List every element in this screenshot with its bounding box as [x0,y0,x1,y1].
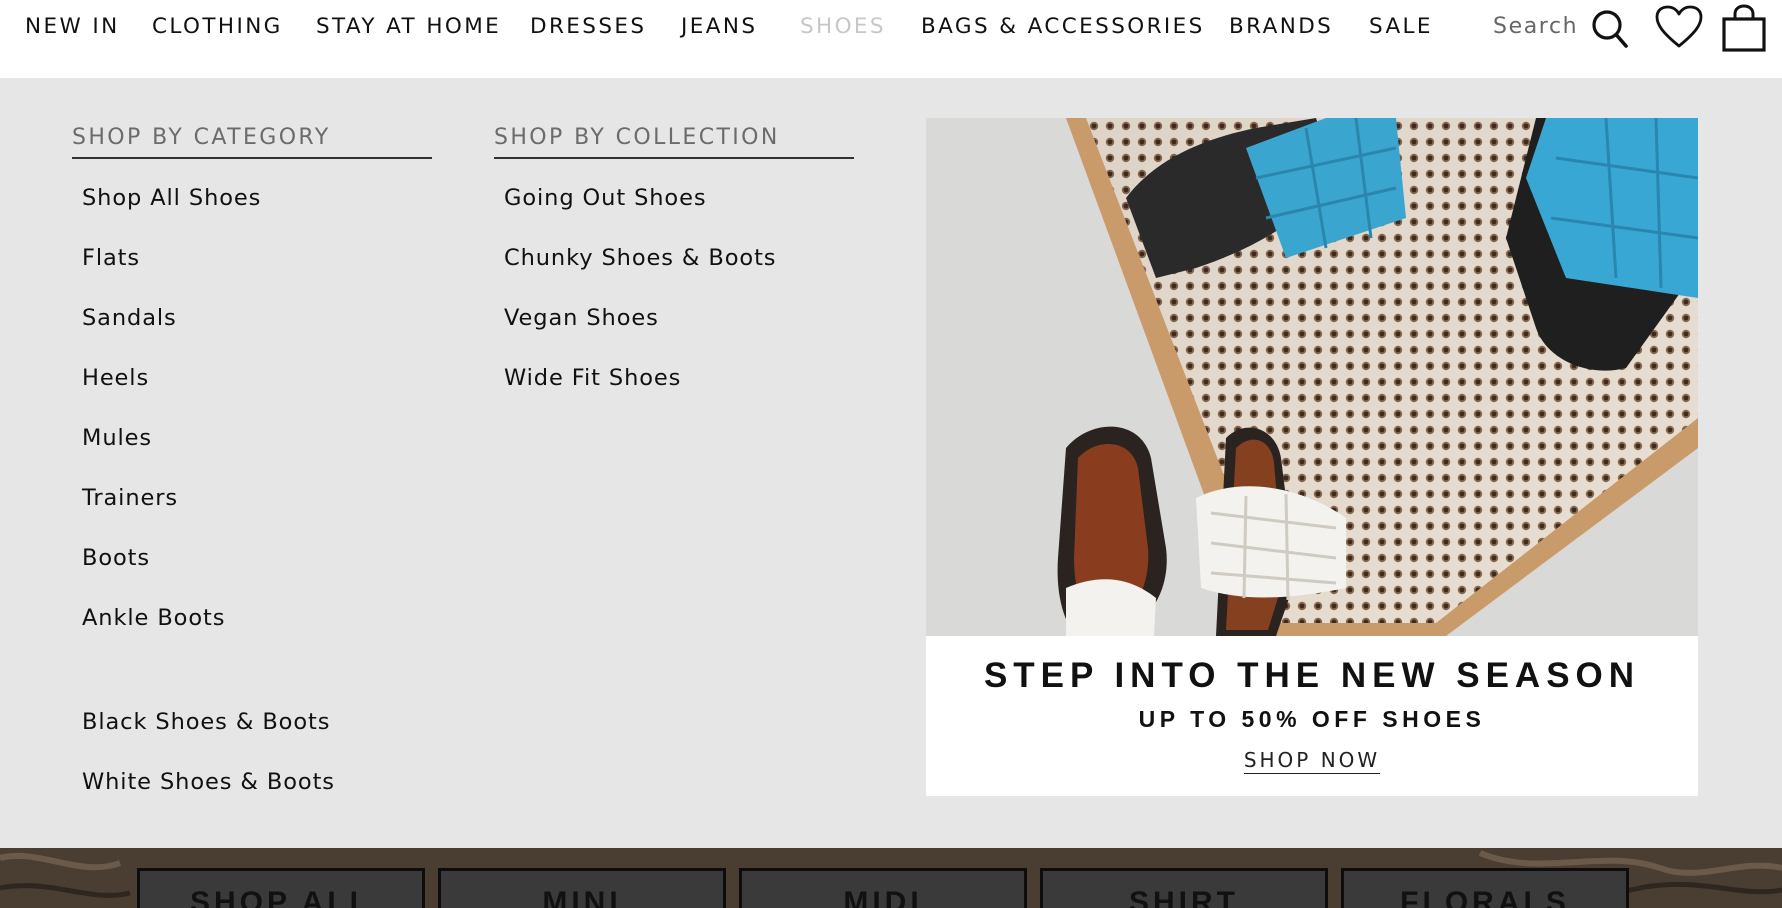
category-button-shirt[interactable]: SHIRT [1040,868,1328,908]
nav-item-sale[interactable]: SALE [1369,14,1433,39]
nav-item-jeans[interactable]: JEANS [681,14,757,39]
shop-now-label: SHOP NOW [1243,748,1381,774]
nav-item-bags-accessories[interactable]: BAGS & ACCESSORIES [921,14,1205,39]
menu-link-shop-all-shoes[interactable]: Shop All Shoes [82,185,261,211]
nav-item-dresses[interactable]: DRESSES [530,14,646,39]
menu-link-ankle-boots[interactable]: Ankle Boots [82,605,225,631]
top-navigation: NEW IN CLOTHING STAY AT HOME DRESSES JEA… [0,0,1782,78]
nav-item-brands[interactable]: BRANDS [1229,14,1333,39]
menu-link-heels[interactable]: Heels [82,365,149,391]
category-button-midi[interactable]: MIDI [739,868,1027,908]
search-icon[interactable] [1590,8,1630,54]
menu-link-vegan-shoes[interactable]: Vegan Shoes [504,305,659,331]
menu-link-sandals[interactable]: Sandals [82,305,177,331]
nav-item-shoes[interactable]: SHOES [800,14,886,39]
promo-subtitle: UP TO 50% OFF SHOES [1138,706,1486,732]
shop-by-collection-heading: SHOP BY COLLECTION [494,125,854,159]
shoes-mega-menu: SHOP BY CATEGORY Shop All Shoes Flats Sa… [0,78,1782,848]
shop-now-link[interactable]: SHOP NOW [926,748,1698,774]
category-button-shop-all[interactable]: SHOP ALL [137,868,425,908]
menu-link-wide-fit-shoes[interactable]: Wide Fit Shoes [504,365,681,391]
promo-title: STEP INTO THE NEW SEASON [983,656,1641,695]
menu-link-black-shoes-boots[interactable]: Black Shoes & Boots [82,709,330,735]
nav-item-new-in[interactable]: NEW IN [25,14,120,39]
bag-icon[interactable] [1721,4,1767,56]
heart-icon[interactable] [1655,5,1703,53]
promo-banner[interactable]: STEP INTO THE NEW SEASON UP TO 50% OFF S… [926,118,1698,796]
menu-link-boots[interactable]: Boots [82,545,150,571]
menu-link-chunky-shoes-boots[interactable]: Chunky Shoes & Boots [504,245,776,271]
menu-link-trainers[interactable]: Trainers [82,485,178,511]
nav-item-stay-at-home[interactable]: STAY AT HOME [316,14,501,39]
shop-by-category-heading: SHOP BY CATEGORY [72,125,432,159]
promo-image [926,118,1698,636]
menu-link-white-shoes-boots[interactable]: White Shoes & Boots [82,769,335,795]
menu-link-mules[interactable]: Mules [82,425,152,451]
nav-item-clothing[interactable]: CLOTHING [152,14,283,39]
category-button-mini[interactable]: MINI [438,868,726,908]
search-input[interactable]: Search [1493,14,1578,39]
menu-link-flats[interactable]: Flats [82,245,140,271]
category-strip: SHOP ALL MINI MIDI SHIRT FLORALS [0,848,1782,908]
category-button-florals[interactable]: FLORALS [1341,868,1629,908]
menu-link-going-out-shoes[interactable]: Going Out Shoes [504,185,706,211]
